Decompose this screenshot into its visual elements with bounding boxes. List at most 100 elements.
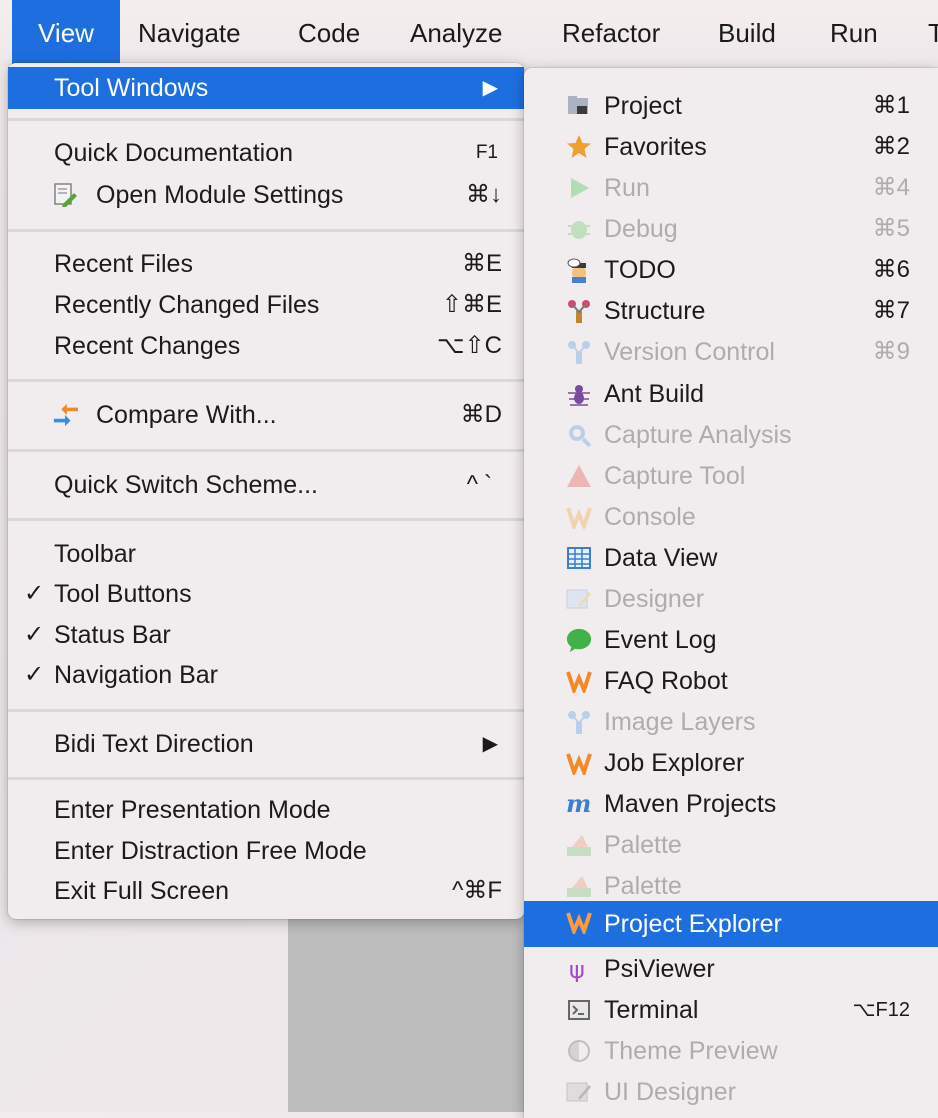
tool-window-item-ant-build[interactable]: Ant Build: [524, 373, 938, 415]
tool-window-item-project-explorer[interactable]: Project Explorer: [524, 901, 938, 947]
tool-window-label: PsiViewer: [604, 955, 715, 983]
recent-files-item[interactable]: Recent Files ⌘E: [8, 243, 524, 285]
psi-icon: ψ: [566, 955, 592, 983]
quick-documentation-label: Quick Documentation: [54, 139, 294, 167]
tool-window-label: Theme Preview: [604, 1037, 778, 1065]
open-module-settings-label: Open Module Settings: [96, 181, 344, 209]
tool-window-shortcut: ⌘2: [872, 133, 910, 160]
tool-window-item-structure[interactable]: Structure ⌘7: [524, 290, 938, 332]
tool-window-item-ui-designer[interactable]: UI Designer: [524, 1071, 938, 1113]
tool-window-item-psiviewer[interactable]: ψ PsiViewer: [524, 948, 938, 990]
tool-window-item-capture-tool[interactable]: Capture Tool: [524, 455, 938, 497]
menu-tools-truncated[interactable]: T: [928, 0, 938, 66]
tool-window-item-faq-robot[interactable]: FAQ Robot: [524, 660, 938, 702]
tool-window-label: Designer: [604, 585, 705, 613]
status-bar-item[interactable]: ✓ Status Bar: [8, 614, 524, 656]
open-module-settings-item[interactable]: Open Module Settings ⌘↓: [8, 174, 524, 216]
tool-window-item-maven-projects[interactable]: m Maven Projects: [524, 783, 938, 825]
recent-files-shortcut: ⌘E: [461, 250, 502, 277]
tool-window-item-console[interactable]: Console: [524, 496, 938, 538]
ui-designer-icon: [566, 1078, 592, 1106]
ant-icon: [566, 380, 592, 408]
enter-distraction-free-mode-label: Enter Distraction Free Mode: [54, 837, 367, 865]
menu-view[interactable]: View: [12, 0, 120, 66]
tool-window-item-capture-analysis[interactable]: Capture Analysis: [524, 414, 938, 456]
tool-window-item-debug[interactable]: Debug ⌘5: [524, 208, 938, 250]
tool-window-label: Structure: [604, 297, 706, 325]
image-layers-icon: [566, 708, 592, 736]
tool-window-label: Ant Build: [604, 380, 705, 408]
enter-presentation-mode-item[interactable]: Enter Presentation Mode: [8, 789, 524, 831]
tool-window-shortcut: ⌘5: [872, 215, 910, 242]
menu-build[interactable]: Build: [718, 0, 776, 66]
tool-window-label: Favorites: [604, 133, 707, 161]
compare-with-label: Compare With...: [96, 401, 277, 429]
tool-window-item-job-explorer[interactable]: Job Explorer: [524, 742, 938, 784]
maven-icon: m: [566, 790, 592, 818]
separator: [8, 379, 524, 382]
compare-with-item[interactable]: Compare With... ⌘D: [8, 394, 524, 436]
separator: [8, 449, 524, 452]
tool-window-item-project[interactable]: Project ⌘1: [524, 85, 938, 127]
tool-window-item-terminal[interactable]: Terminal ⌥F12: [524, 989, 938, 1031]
view-menu-dropdown: Tool Windows ▶ Quick Documentation F1 Op…: [8, 63, 524, 919]
project-explorer-icon: [566, 908, 592, 936]
menu-refactor[interactable]: Refactor: [562, 0, 660, 66]
robot-icon: [566, 667, 592, 695]
tool-window-shortcut: ⌘1: [872, 92, 910, 119]
tool-window-item-run[interactable]: Run ⌘4: [524, 167, 938, 209]
recently-changed-files-item[interactable]: Recently Changed Files ⇧⌘E: [8, 284, 524, 326]
tool-window-item-palette[interactable]: Palette: [524, 824, 938, 866]
structure-icon: [566, 297, 592, 325]
tool-windows-label: Tool Windows: [54, 74, 209, 102]
tool-window-item-version-control[interactable]: Version Control ⌘9: [524, 331, 938, 373]
tool-window-label: Capture Tool: [604, 462, 746, 490]
separator: [8, 777, 524, 780]
open-module-settings-shortcut: ⌘↓: [466, 181, 502, 208]
quick-switch-scheme-shortcut: ^`: [466, 471, 498, 498]
tool-window-item-event-log[interactable]: Event Log: [524, 619, 938, 661]
tool-window-item-image-layers[interactable]: Image Layers: [524, 701, 938, 743]
tool-window-label: Image Layers: [604, 708, 756, 736]
tool-window-item-designer[interactable]: Designer: [524, 578, 938, 620]
menu-analyze[interactable]: Analyze: [410, 0, 503, 66]
tool-window-label: Debug: [604, 215, 678, 243]
console-icon: [566, 503, 592, 531]
tool-window-label: Job Explorer: [604, 749, 745, 777]
palette-icon: [566, 831, 592, 859]
tool-window-label: Run: [604, 174, 650, 202]
tool-window-item-todo[interactable]: TODO ⌘6: [524, 249, 938, 291]
menu-navigate[interactable]: Navigate: [138, 0, 241, 66]
quick-switch-scheme-item[interactable]: Quick Switch Scheme... ^`: [8, 464, 524, 506]
tool-windows-item[interactable]: Tool Windows ▶: [8, 67, 524, 109]
project-icon: [566, 92, 592, 120]
tool-window-label: Capture Analysis: [604, 421, 792, 449]
tool-window-shortcut: ⌘6: [872, 256, 910, 283]
checkmark-icon: ✓: [24, 661, 45, 688]
tool-buttons-item[interactable]: ✓ Tool Buttons: [8, 573, 524, 615]
quick-documentation-item[interactable]: Quick Documentation F1: [8, 132, 524, 174]
bidi-text-direction-label: Bidi Text Direction: [54, 730, 254, 758]
recently-changed-files-shortcut: ⇧⌘E: [441, 291, 502, 318]
enter-distraction-free-mode-item[interactable]: Enter Distraction Free Mode: [8, 830, 524, 872]
recent-changes-item[interactable]: Recent Changes ⌥⇧C: [8, 325, 524, 367]
tool-window-label: Version Control: [604, 338, 775, 366]
tool-window-label: Console: [604, 503, 696, 531]
tool-window-item-favorites[interactable]: Favorites ⌘2: [524, 126, 938, 168]
tool-window-label: Terminal: [604, 996, 699, 1024]
bug-icon: [566, 215, 592, 243]
toolbar-item[interactable]: Toolbar: [8, 533, 524, 575]
tool-window-shortcut: ⌘4: [872, 174, 910, 201]
terminal-icon: [566, 996, 592, 1024]
navigation-bar-item[interactable]: ✓ Navigation Bar: [8, 654, 524, 696]
tool-window-label: UI Designer: [604, 1078, 736, 1106]
tool-window-label: Palette: [604, 831, 682, 859]
bidi-text-direction-item[interactable]: Bidi Text Direction ▶: [8, 723, 524, 765]
menu-code[interactable]: Code: [298, 0, 360, 66]
tool-window-item-theme-preview[interactable]: Theme Preview: [524, 1030, 938, 1072]
separator: [8, 118, 524, 121]
menu-run[interactable]: Run: [830, 0, 878, 66]
tool-window-item-data-view[interactable]: Data View: [524, 537, 938, 579]
job-explorer-icon: [566, 749, 592, 777]
exit-full-screen-item[interactable]: Exit Full Screen ^⌘F: [8, 870, 524, 912]
